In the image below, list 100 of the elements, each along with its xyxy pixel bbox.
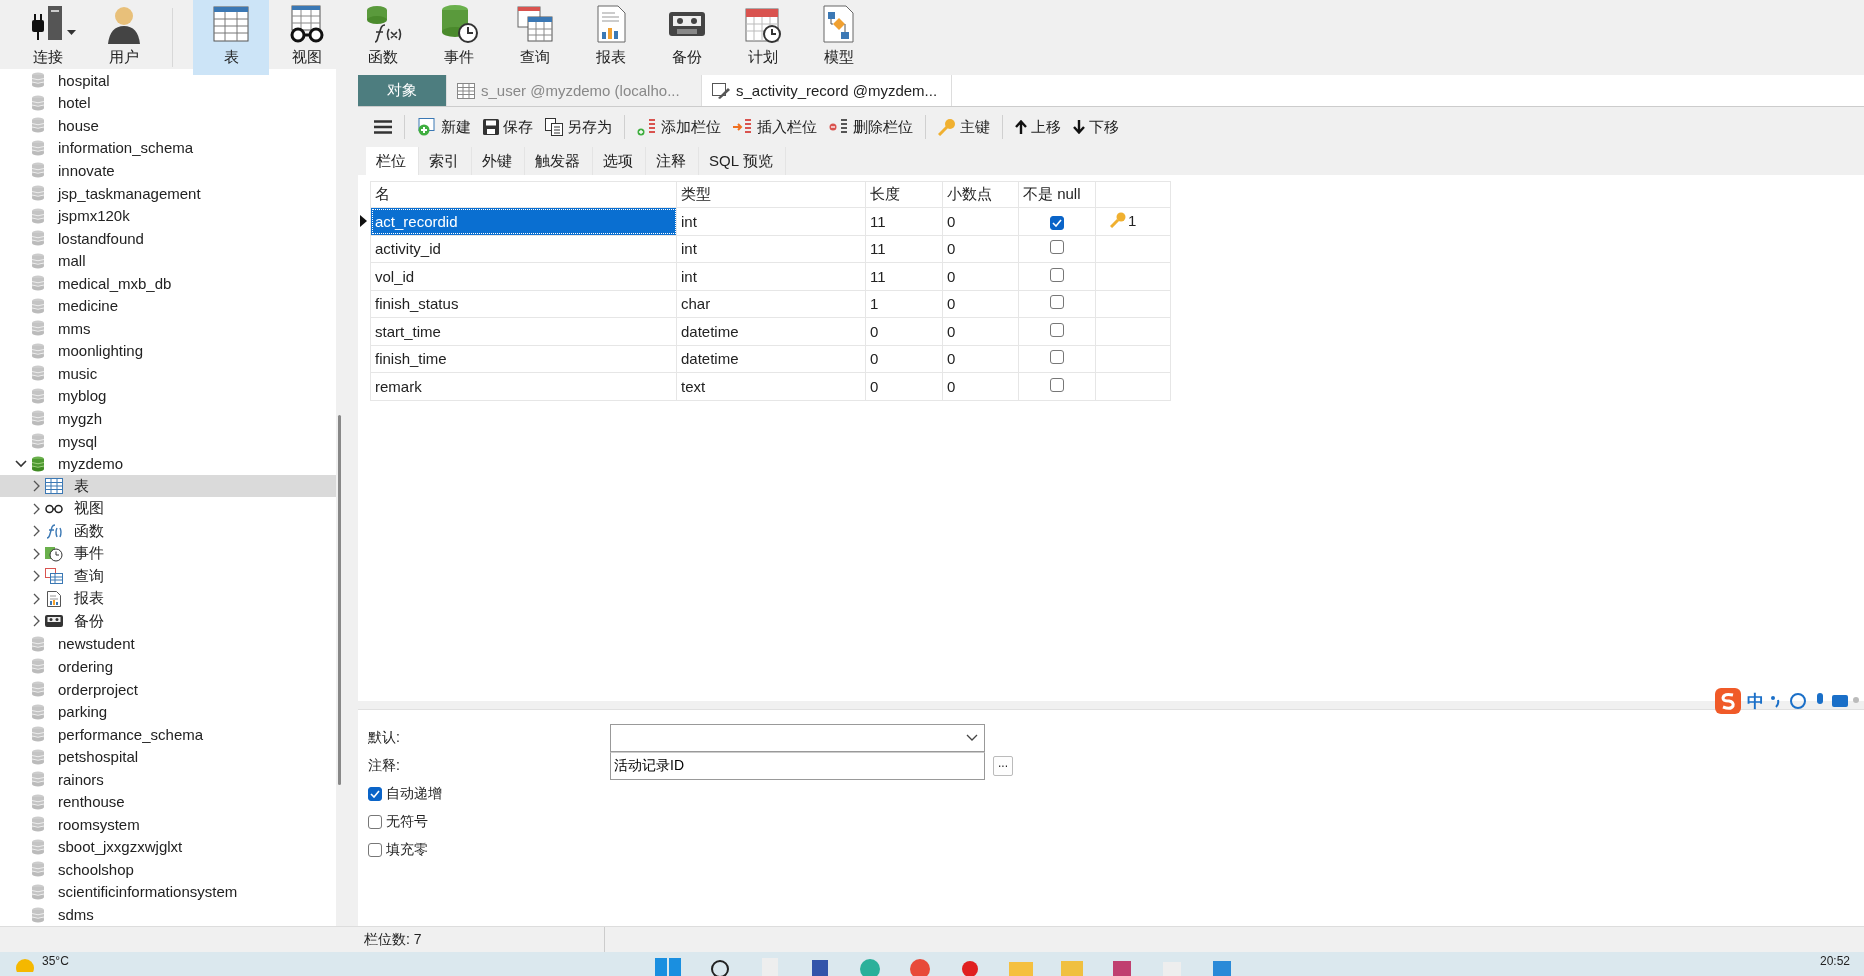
checkbox[interactable] xyxy=(368,843,382,857)
table-cell[interactable]: 0 xyxy=(942,372,1019,400)
tree-item[interactable]: mms xyxy=(0,317,336,340)
table-cell[interactable]: datetime xyxy=(676,317,866,345)
tree-item[interactable]: performance_schema xyxy=(0,722,336,746)
start-icon[interactable] xyxy=(655,958,682,976)
tree-item[interactable]: orderproject xyxy=(0,677,336,701)
app-icon[interactable] xyxy=(1211,958,1234,976)
table-cell[interactable]: 0 xyxy=(865,372,943,400)
toolbar-button[interactable]: 备份 xyxy=(649,0,725,75)
tree-item[interactable]: ordering xyxy=(0,655,336,678)
ime-mode-text[interactable]: 中 xyxy=(1747,689,1764,713)
table-cell[interactable]: 11 xyxy=(865,262,943,290)
checkbox[interactable] xyxy=(1050,377,1064,392)
toolbar-button[interactable]: 插入栏位 xyxy=(727,114,823,140)
tree-item[interactable]: jspmx120k xyxy=(0,204,336,227)
toolbar-button[interactable]: 新建 xyxy=(411,114,477,140)
tree-item[interactable]: 报表 xyxy=(0,587,336,611)
tree-item[interactable]: schoolshop xyxy=(0,858,336,881)
table-cell[interactable]: 0 xyxy=(865,317,943,345)
dropdown-field[interactable] xyxy=(610,724,985,752)
table-cell[interactable]: char xyxy=(676,290,866,318)
table-cell[interactable]: vol_id xyxy=(370,262,677,290)
table-cell[interactable]: 0 xyxy=(942,345,1019,373)
table-cell[interactable]: datetime xyxy=(676,345,866,373)
toolbar-button[interactable]: 报表 xyxy=(573,0,649,75)
toolbar-button[interactable]: 表 xyxy=(193,0,269,75)
tree-item[interactable]: medical_mxb_db xyxy=(0,271,336,295)
ime-tools-icon[interactable] xyxy=(1770,692,1860,710)
tree-item[interactable]: jsp_taskmanagement xyxy=(0,181,336,205)
search-icon[interactable] xyxy=(709,958,732,976)
toolbar-button[interactable]: 计划 xyxy=(725,0,801,75)
toolbar-button[interactable]: 保存 xyxy=(477,114,539,140)
table-cell[interactable]: text xyxy=(676,372,866,400)
toolbar-button[interactable]: 事件 xyxy=(421,0,497,75)
ellipsis-button[interactable]: ... xyxy=(993,756,1013,776)
tree-item[interactable]: lostandfound xyxy=(0,226,336,250)
table-cell[interactable]: start_time xyxy=(370,317,677,345)
toolbar-button[interactable]: 主键 xyxy=(932,114,996,140)
tree-item[interactable]: 备份 xyxy=(0,610,336,633)
table-cell[interactable]: act_recordid xyxy=(370,207,677,235)
toolbar-button[interactable]: 上移 xyxy=(1009,114,1067,140)
tree-item[interactable]: scientificinformationsystem xyxy=(0,880,336,904)
table-cell[interactable]: remark xyxy=(370,372,677,400)
checkbox[interactable] xyxy=(1050,215,1064,230)
tree-item[interactable]: mall xyxy=(0,249,336,272)
checkbox[interactable] xyxy=(1050,267,1064,282)
toolbar-button[interactable]: 模型 xyxy=(801,0,877,75)
tree-item[interactable]: newstudent xyxy=(0,632,336,656)
tree-item[interactable]: petshospital xyxy=(0,745,336,768)
table-cell[interactable]: activity_id xyxy=(370,235,677,263)
tree-item[interactable]: mysql xyxy=(0,429,336,453)
toolbar-button[interactable]: 查询 xyxy=(497,0,573,75)
checkbox[interactable] xyxy=(368,787,382,801)
subtab[interactable]: 栏位 xyxy=(366,147,419,175)
toolbar-button[interactable]: 下移 xyxy=(1067,114,1125,140)
editor-tab[interactable]: 对象 xyxy=(358,75,447,106)
table-cell[interactable]: finish_time xyxy=(370,345,677,373)
ime-logo-icon[interactable] xyxy=(1715,688,1741,714)
table-cell[interactable]: finish_status xyxy=(370,290,677,318)
table-cell[interactable]: int xyxy=(676,207,866,235)
table-cell[interactable]: 11 xyxy=(865,207,943,235)
toolbar-button[interactable]: 函数 xyxy=(345,0,421,75)
tree-item[interactable]: rainors xyxy=(0,767,336,791)
tree-item[interactable]: music xyxy=(0,362,336,385)
tree-item[interactable]: parking xyxy=(0,700,336,723)
tree-item[interactable]: 查询 xyxy=(0,565,336,588)
tree-item[interactable]: medicine xyxy=(0,294,336,317)
tree-item[interactable]: 视图 xyxy=(0,497,336,520)
table-cell[interactable]: 0 xyxy=(942,235,1019,263)
tree-item[interactable]: myzdemo xyxy=(0,452,336,475)
checkbox[interactable] xyxy=(1050,240,1064,255)
toolbar-button[interactable]: 添加栏位 xyxy=(631,114,727,140)
tree-item[interactable]: renthouse xyxy=(0,790,336,814)
tree-item[interactable]: roomsystem xyxy=(0,813,336,836)
tree-item[interactable]: myblog xyxy=(0,384,336,408)
tree-item[interactable]: sboot_jxxgzxwjglxt xyxy=(0,835,336,859)
table-cell[interactable]: int xyxy=(676,262,866,290)
comment-field[interactable]: 活动记录ID xyxy=(610,752,985,780)
app-icon[interactable] xyxy=(1111,958,1134,976)
table-cell[interactable]: 0 xyxy=(942,262,1019,290)
toolbar-button[interactable]: 另存为 xyxy=(539,114,618,140)
checkbox[interactable] xyxy=(368,815,382,829)
tree-item[interactable]: hotel xyxy=(0,91,336,115)
checkbox[interactable] xyxy=(1050,322,1064,337)
table-cell[interactable]: 0 xyxy=(942,207,1019,235)
table-cell[interactable]: 0 xyxy=(865,345,943,373)
table-cell[interactable]: 1 xyxy=(865,290,943,318)
table-cell[interactable]: 0 xyxy=(942,290,1019,318)
checkbox[interactable] xyxy=(1050,295,1064,310)
tree-item[interactable]: moonlighting xyxy=(0,339,336,363)
toolbar-button[interactable]: 删除栏位 xyxy=(823,114,919,140)
tree-item[interactable]: 函数 xyxy=(0,519,336,543)
tree-item[interactable]: sdms xyxy=(0,903,336,926)
table-cell[interactable]: int xyxy=(676,235,866,263)
tree-item[interactable]: house xyxy=(0,114,336,137)
table-cell[interactable]: 11 xyxy=(865,235,943,263)
tree-item[interactable]: information_schema xyxy=(0,136,336,160)
checkbox[interactable] xyxy=(1050,350,1064,365)
table-cell[interactable]: 0 xyxy=(942,317,1019,345)
